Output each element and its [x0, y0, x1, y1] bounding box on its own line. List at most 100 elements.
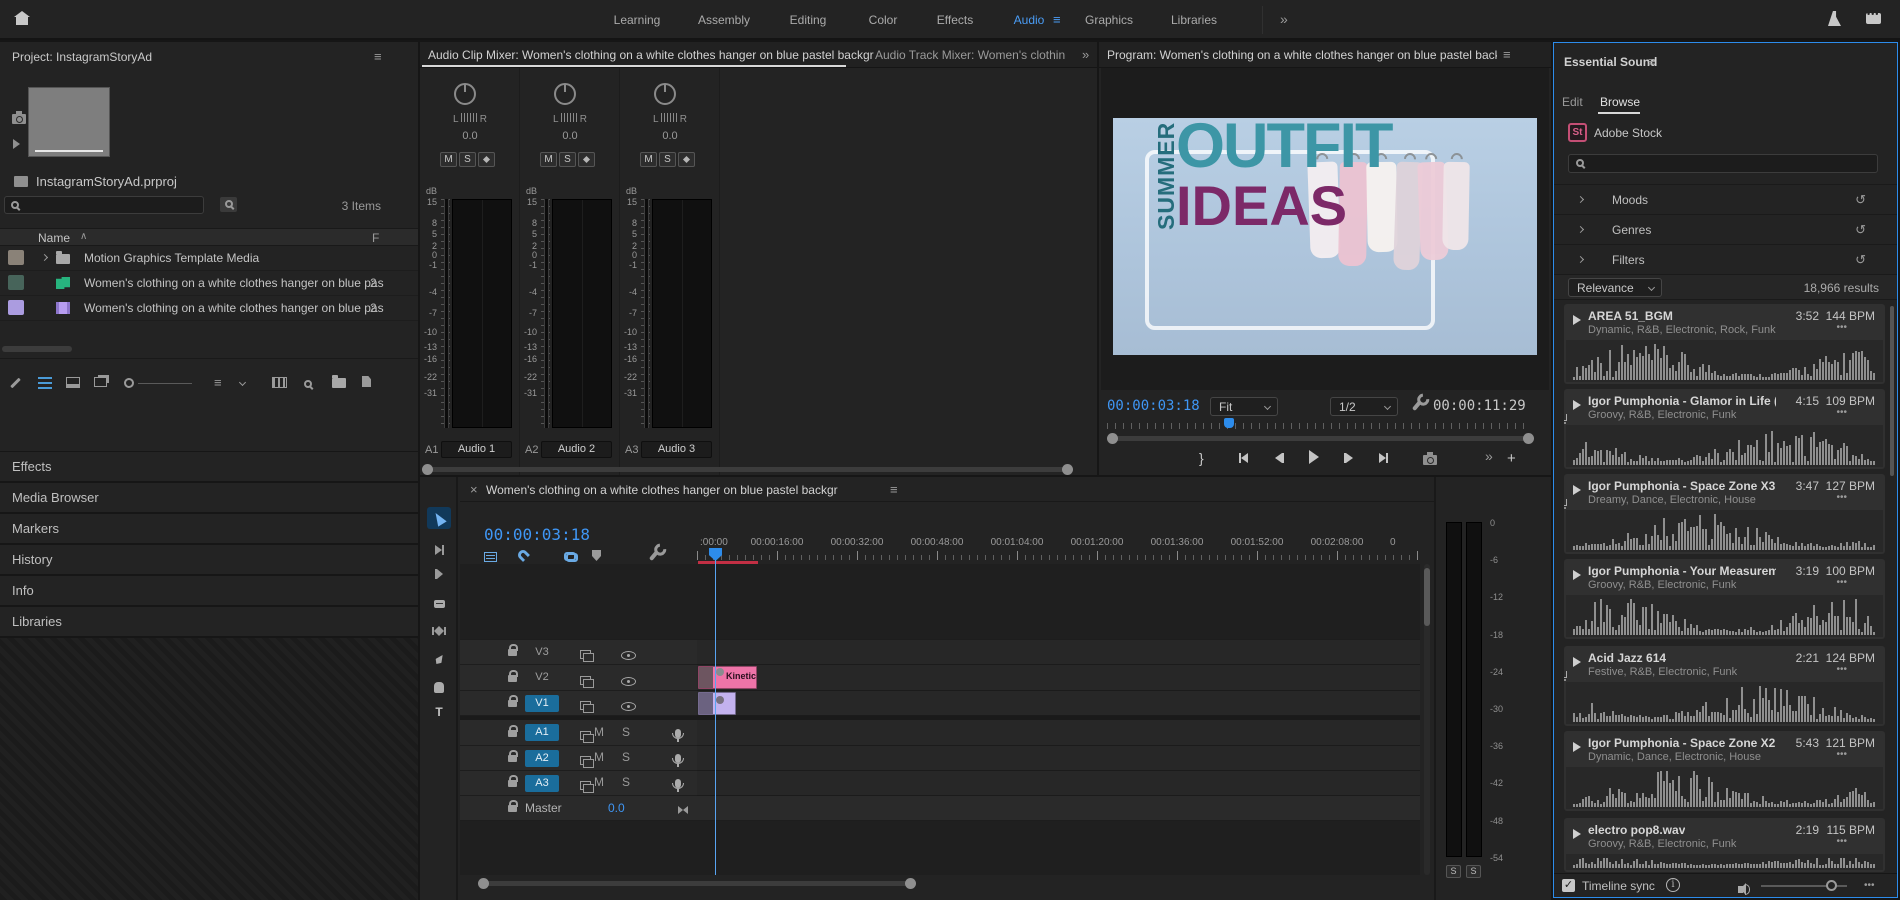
- sync-lock-icon[interactable]: [580, 650, 591, 659]
- timeline-timecode[interactable]: 00:00:03:18: [484, 525, 590, 544]
- bowtie-icon[interactable]: [678, 803, 688, 817]
- more-options-icon[interactable]: •••: [1836, 322, 1847, 333]
- meter-solo-left[interactable]: S: [1446, 865, 1461, 878]
- freeform-view-icon[interactable]: [94, 377, 107, 387]
- reset-icon[interactable]: ↺: [1855, 222, 1866, 238]
- pan-knob[interactable]: [454, 83, 476, 105]
- panel-menu-icon[interactable]: ≡: [1648, 54, 1656, 69]
- tab-overflow-icon[interactable]: »: [1082, 47, 1089, 62]
- play-button[interactable]: [1309, 450, 1319, 467]
- track-name-button[interactable]: Audio 1: [441, 441, 512, 458]
- track-lane-a3[interactable]: [697, 771, 1420, 796]
- mute-button[interactable]: M: [640, 152, 657, 167]
- beta-feedback-icon[interactable]: [1828, 11, 1841, 26]
- scrollbar-handle-right[interactable]: [1062, 464, 1073, 475]
- razor-tool[interactable]: [427, 593, 451, 615]
- sync-lock-icon[interactable]: [580, 701, 591, 710]
- track-lane-v1[interactable]: [697, 691, 1420, 716]
- info-icon[interactable]: i: [1666, 878, 1680, 892]
- type-tool[interactable]: T: [427, 701, 451, 723]
- tab-browse[interactable]: Browse: [1600, 95, 1640, 109]
- stock-audio-item[interactable]: Igor Pumphonia - Space Zone X2(5) 5:43 1…: [1564, 731, 1885, 811]
- workspace-tab-libraries[interactable]: Libraries: [1171, 13, 1217, 27]
- mute-toggle[interactable]: M: [594, 725, 604, 739]
- play-icon[interactable]: [1573, 657, 1581, 667]
- solo-toggle[interactable]: S: [622, 750, 630, 764]
- track-badge-a2[interactable]: A2: [525, 750, 559, 767]
- voiceover-record-icon[interactable]: [675, 779, 681, 788]
- pan-value[interactable]: 0.0: [420, 130, 520, 142]
- scrollbar-handle-left[interactable]: [422, 464, 433, 475]
- mute-button[interactable]: M: [540, 152, 557, 167]
- solo-toggle[interactable]: S: [622, 725, 630, 739]
- cart-icon[interactable]: [1564, 499, 1567, 506]
- volume-fader[interactable]: [641, 199, 650, 428]
- keyframe-button[interactable]: [478, 152, 495, 167]
- settings-wrench-icon[interactable]: [1412, 400, 1422, 411]
- workspace-tab-color[interactable]: Color: [869, 13, 898, 27]
- clip-kinetic-v2[interactable]: Kinetic: [698, 666, 757, 689]
- scrollbar-handle-left[interactable]: [1107, 433, 1118, 444]
- track-lane-a1[interactable]: [697, 720, 1420, 746]
- ripple-edit-tool[interactable]: [427, 563, 451, 585]
- program-playhead-marker[interactable]: [1224, 418, 1234, 428]
- stock-audio-item[interactable]: electro pop8.wav 2:19 115 BPM Groovy, R&…: [1564, 818, 1885, 872]
- sort-icon[interactable]: ≡: [214, 375, 222, 390]
- workspace-tab-editing[interactable]: Editing: [790, 13, 827, 27]
- zoom-level-dropdown[interactable]: Fit: [1210, 397, 1278, 416]
- pan-value[interactable]: 0.0: [520, 130, 620, 142]
- speaker-icon[interactable]: [1738, 886, 1743, 893]
- tab-edit[interactable]: Edit: [1562, 95, 1583, 109]
- tab-program[interactable]: Program: Women's clothing on a white clo…: [1107, 48, 1497, 62]
- solo-button[interactable]: S: [559, 152, 576, 167]
- automate-to-sequence-icon[interactable]: [272, 377, 287, 388]
- project-row-sequence[interactable]: Women's clothing on a white clothes hang…: [0, 271, 418, 296]
- panel-tab-history[interactable]: History: [0, 545, 418, 575]
- play-icon[interactable]: [1573, 742, 1581, 752]
- lock-icon[interactable]: [508, 730, 517, 737]
- panel-menu-icon[interactable]: ≡: [1503, 47, 1511, 62]
- waveform[interactable]: [1566, 767, 1883, 809]
- clip-v1[interactable]: [698, 692, 736, 715]
- reset-icon[interactable]: ↺: [1855, 252, 1866, 268]
- sort-dropdown[interactable]: Relevance: [1568, 278, 1662, 297]
- add-button-icon[interactable]: +: [1507, 450, 1516, 467]
- program-scrollbar[interactable]: [1113, 436, 1527, 441]
- program-timecode[interactable]: 00:00:03:18: [1107, 398, 1200, 414]
- list-view-icon[interactable]: [38, 377, 52, 389]
- playhead-line[interactable]: [715, 560, 716, 875]
- stock-audio-item[interactable]: Igor Pumphonia - Glamor in Life (Origi 4…: [1564, 389, 1885, 469]
- lock-icon[interactable]: [508, 780, 517, 787]
- track-badge-a3[interactable]: A3: [525, 775, 559, 792]
- lock-icon[interactable]: [508, 675, 517, 682]
- stock-search-input[interactable]: [1568, 154, 1878, 173]
- workspace-overflow-icon[interactable]: »: [1280, 11, 1288, 27]
- nest-toggle-icon[interactable]: [484, 552, 497, 562]
- search-bin-icon[interactable]: [220, 197, 237, 212]
- slip-tool[interactable]: [427, 620, 451, 642]
- mute-toggle[interactable]: M: [594, 750, 604, 764]
- expand-chevron-icon[interactable]: [41, 254, 48, 261]
- project-search-input[interactable]: [4, 196, 204, 214]
- step-forward-button[interactable]: [1344, 452, 1353, 466]
- pan-value[interactable]: 0.0: [620, 130, 720, 142]
- lock-icon[interactable]: [508, 649, 517, 656]
- workspace-tab-audio[interactable]: Audio: [1014, 13, 1045, 27]
- lock-icon[interactable]: [508, 700, 517, 707]
- more-options-icon[interactable]: •••: [1836, 664, 1847, 675]
- panel-menu-icon[interactable]: ≡: [374, 49, 382, 64]
- panel-tab-media-browser[interactable]: Media Browser: [0, 483, 418, 513]
- selection-tool[interactable]: [427, 507, 451, 529]
- panel-tab-libraries[interactable]: Libraries: [0, 607, 418, 637]
- track-lane-v3[interactable]: [697, 640, 1420, 665]
- sync-lock-icon[interactable]: [580, 756, 591, 765]
- program-scrub-ruler[interactable]: [1107, 423, 1525, 429]
- voiceover-record-icon[interactable]: [675, 754, 681, 763]
- playback-resolution-dropdown[interactable]: 1/2: [1330, 397, 1398, 416]
- project-row-clip[interactable]: Women's clothing on a white clothes hang…: [0, 296, 418, 321]
- meter-solo-right[interactable]: S: [1466, 865, 1481, 878]
- track-badge-v1[interactable]: V1: [525, 695, 559, 712]
- stock-audio-item[interactable]: AREA 51_BGM 3:52 144 BPM Dynamic, R&B, E…: [1564, 304, 1885, 384]
- keyframe-button[interactable]: [578, 152, 595, 167]
- sync-lock-icon[interactable]: [580, 676, 591, 685]
